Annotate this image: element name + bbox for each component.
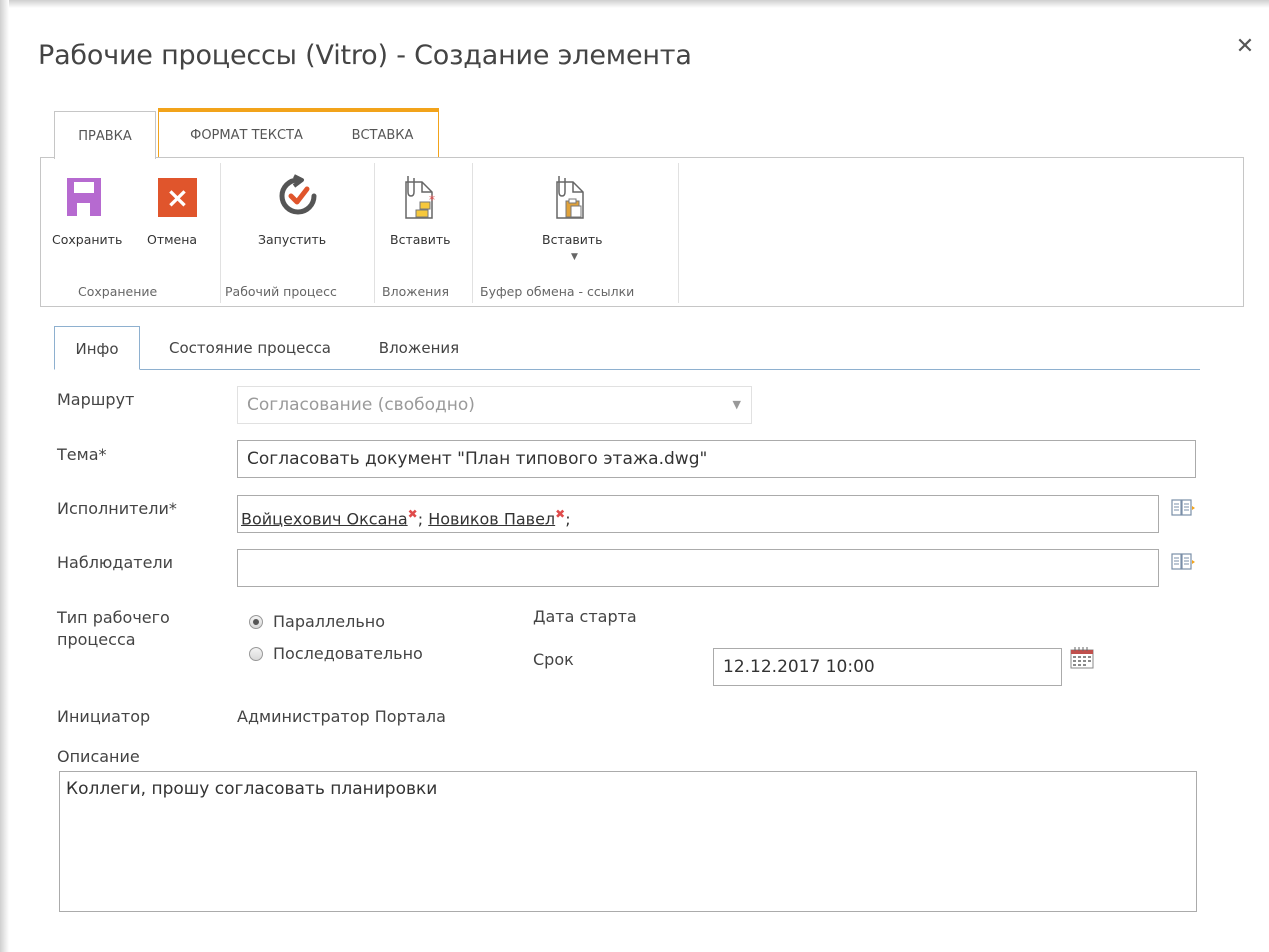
start-date-label: Дата старта (533, 607, 637, 626)
address-book-icon[interactable] (1171, 498, 1195, 518)
tab-info[interactable]: Инфо (54, 326, 140, 370)
close-button[interactable]: ✕ (1233, 34, 1257, 60)
ribbon-separator (678, 163, 679, 303)
observers-people-picker[interactable] (237, 549, 1159, 587)
address-book-icon[interactable] (1171, 552, 1195, 572)
paste-link-icon (556, 176, 584, 219)
initiator-label: Инициатор (57, 707, 151, 726)
subject-input-value: Согласовать документ "План типового этаж… (247, 449, 708, 469)
radio-sequential-label[interactable]: Последовательно (273, 643, 423, 665)
initiator-value: Администратор Портала (237, 707, 446, 726)
remove-person-icon[interactable]: ✖ (408, 507, 418, 521)
tab-attachments[interactable]: Вложения (366, 326, 472, 370)
paste-link-label: Вставить (542, 232, 603, 247)
window-shadow-left (0, 0, 9, 952)
deadline-input-value: 12.12.2017 10:00 (723, 657, 875, 677)
ribbon-group-label-save: Сохранение (78, 284, 158, 299)
tab-edit[interactable]: ПРАВКА (54, 111, 156, 159)
description-value: Коллеги, прошу согласовать планировки (66, 779, 438, 799)
chevron-down-icon: ▼ (571, 252, 578, 262)
person-separator: ; (565, 509, 571, 529)
route-select-value: Согласование (свободно) (247, 395, 475, 415)
observers-label: Наблюдатели (57, 553, 174, 572)
svg-text:*: * (429, 193, 435, 207)
ribbon-group-label-clipboard: Буфер обмена - ссылки (480, 284, 635, 299)
subject-label: Тема* (57, 445, 107, 464)
person-token[interactable]: Новиков Павел (428, 509, 555, 528)
person-separator: ; (417, 509, 429, 529)
description-textarea[interactable]: Коллеги, прошу согласовать планировки (59, 771, 1197, 912)
insert-attachment-label: Вставить (390, 232, 451, 247)
save-icon (67, 178, 101, 216)
tab-format-text[interactable]: ФОРМАТ ТЕКСТА (165, 111, 328, 157)
save-button-label: Сохранить (52, 232, 123, 247)
window-shadow-top (0, 0, 1269, 8)
calendar-icon[interactable] (1070, 647, 1094, 669)
route-label: Маршрут (57, 390, 135, 409)
executors-label: Исполнители* (57, 499, 177, 518)
executors-people-picker[interactable]: Войцехович Оксана✖; Новиков Павел✖; (237, 495, 1159, 533)
subject-input[interactable]: Согласовать документ "План типового этаж… (237, 440, 1196, 478)
route-select[interactable]: Согласование (свободно) ▼ (237, 386, 752, 424)
run-workflow-label: Запустить (258, 232, 327, 247)
tab-insert[interactable]: ВСТАВКА (330, 111, 435, 157)
cancel-icon: × (158, 178, 197, 217)
ribbon-group-label-attachments: Вложения (382, 284, 449, 299)
close-icon: ✕ (1235, 34, 1255, 59)
ribbon-separator (220, 163, 221, 303)
attach-file-icon: * (405, 176, 435, 219)
run-workflow-icon (279, 174, 317, 215)
description-label: Описание (57, 747, 140, 766)
deadline-input[interactable]: 12.12.2017 10:00 (713, 648, 1062, 686)
radio-sequential[interactable] (249, 647, 263, 661)
ribbon-separator (472, 163, 473, 303)
deadline-label: Срок (533, 650, 574, 669)
dialog-title: Рабочие процессы (Vitro) - Создание элем… (38, 40, 692, 71)
person-token[interactable]: Войцехович Оксана (241, 509, 408, 528)
cancel-button-label: Отмена (147, 232, 198, 247)
chevron-down-icon: ▼ (732, 398, 741, 411)
remove-person-icon[interactable]: ✖ (555, 507, 565, 521)
radio-parallel-label[interactable]: Параллельно (273, 611, 385, 633)
ribbon-group-label-workflow: Рабочий процесс (225, 284, 337, 299)
tab-process-state[interactable]: Состояние процесса (158, 326, 342, 370)
radio-parallel[interactable] (249, 615, 263, 629)
ribbon-separator (374, 163, 375, 303)
workflow-type-label: Тип рабочего процесса (57, 608, 170, 649)
